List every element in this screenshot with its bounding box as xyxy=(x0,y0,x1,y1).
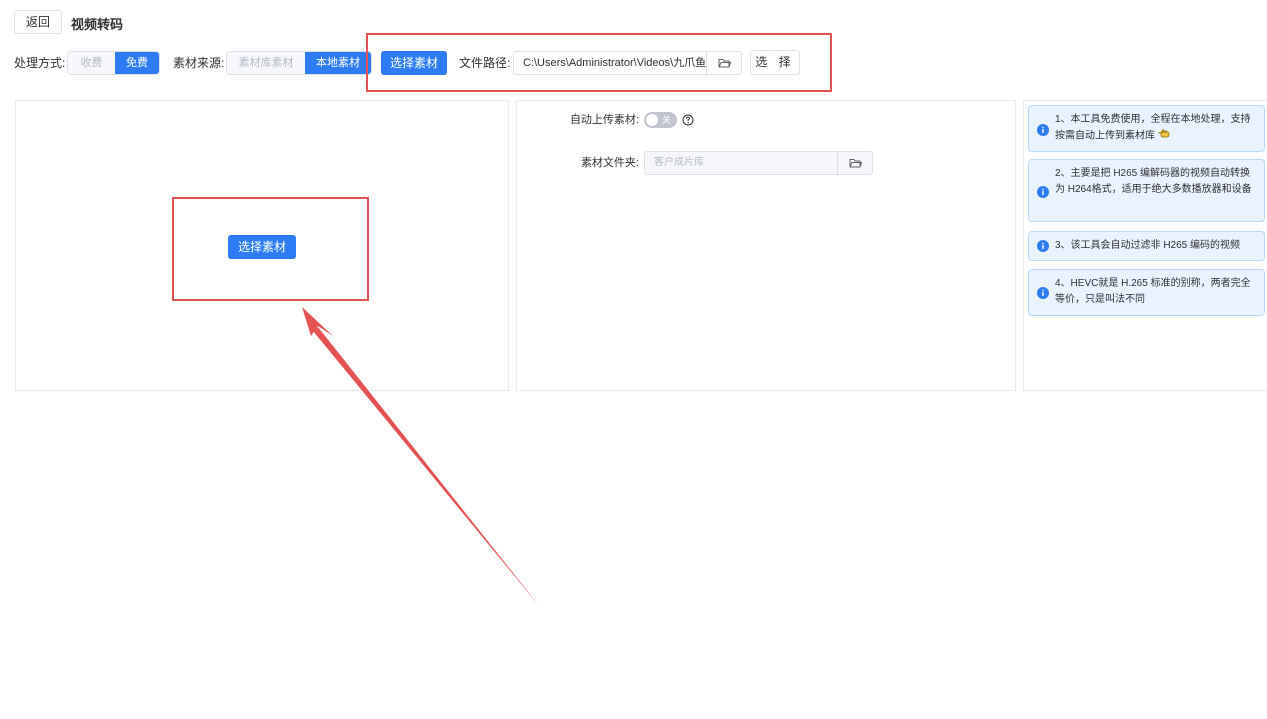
annotation-arrow xyxy=(302,307,540,607)
